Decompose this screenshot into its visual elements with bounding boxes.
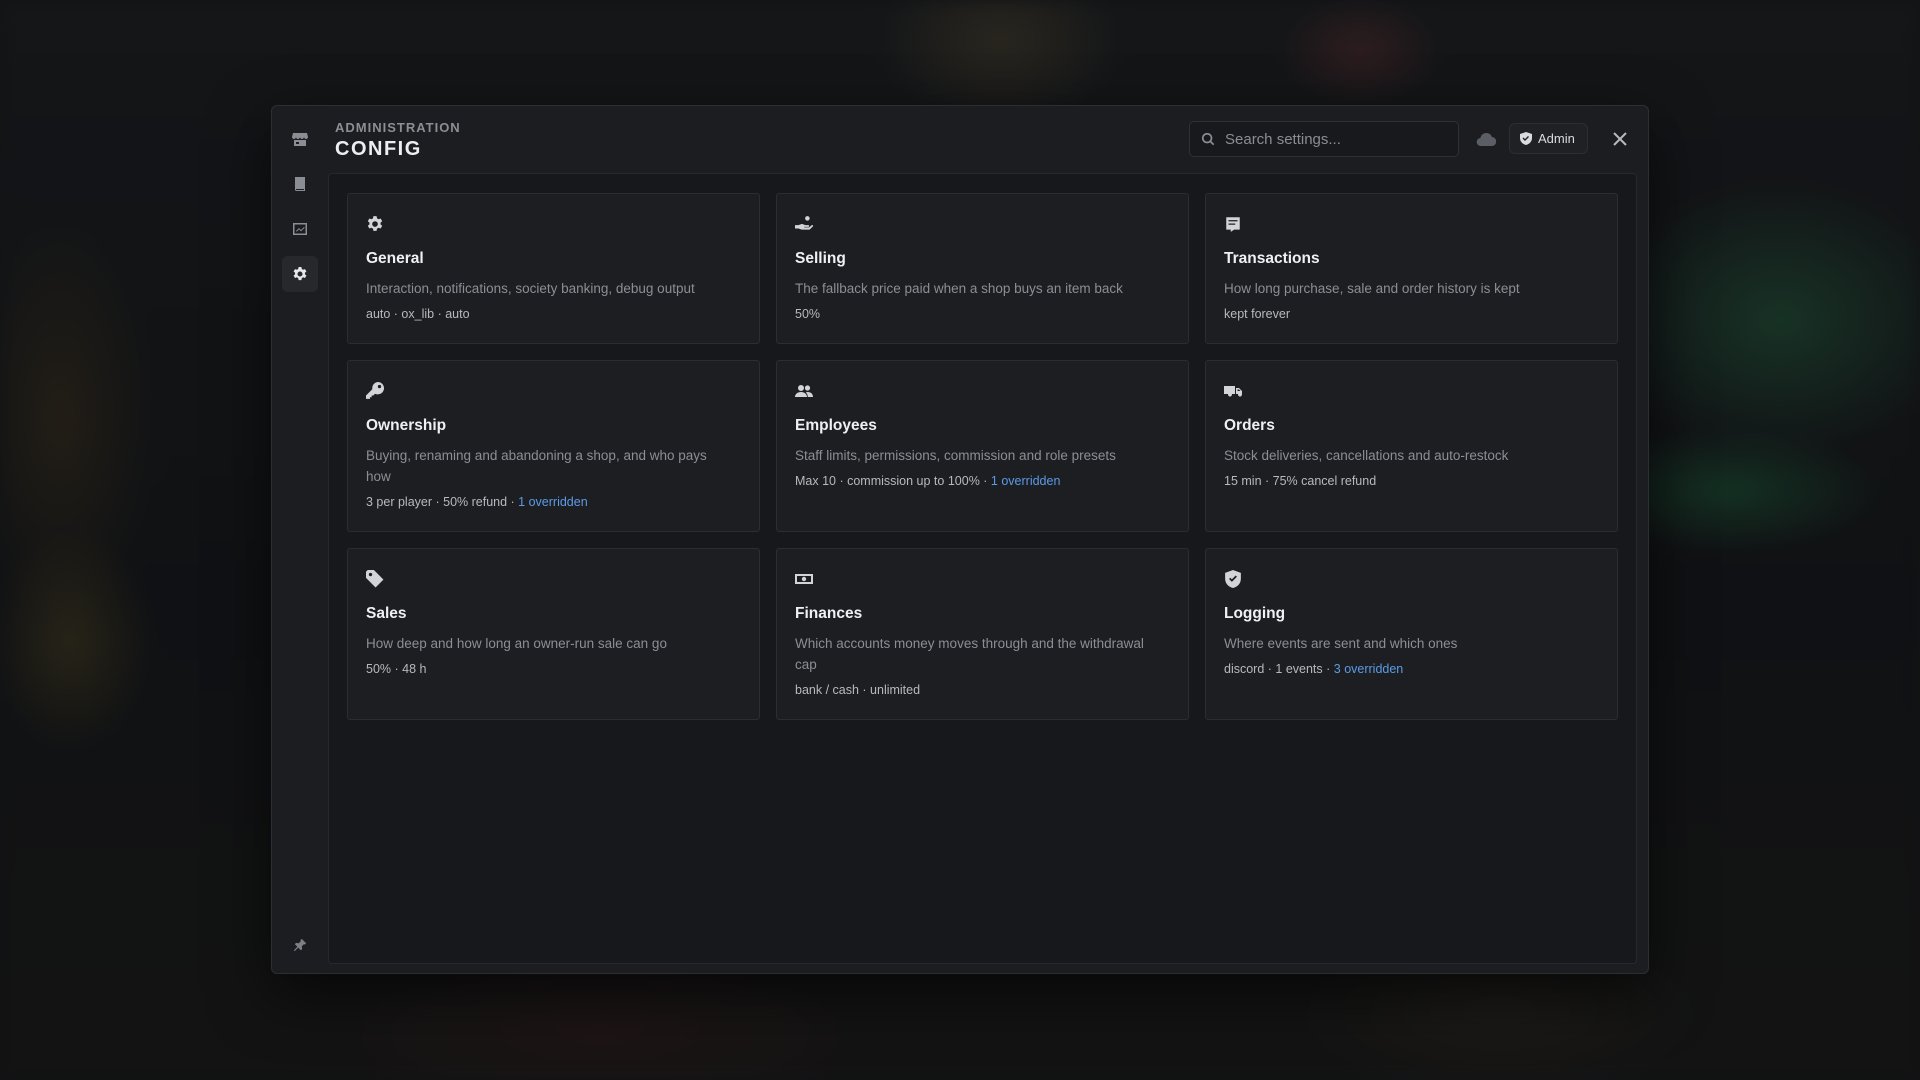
admin-badge[interactable]: Admin (1509, 123, 1588, 154)
rail-item-store[interactable] (282, 121, 318, 157)
card-meta: kept forever (1224, 307, 1599, 321)
settings-card-general[interactable]: General Interaction, notifications, soci… (347, 193, 760, 344)
rail-item-chart[interactable] (282, 211, 318, 247)
card-description: How long purchase, sale and order histor… (1224, 281, 1520, 296)
card-meta: auto · ox_lib · auto (366, 307, 741, 321)
settings-card-sales[interactable]: Sales How deep and how long an owner-run… (347, 548, 760, 720)
cloud-icon (1476, 132, 1496, 147)
search-icon (1201, 132, 1215, 146)
card-title: Transactions (1224, 250, 1320, 267)
card-meta: discord · 1 events · 3 overridden (1224, 662, 1599, 676)
settings-card-employees[interactable]: Employees Staff limits, permissions, com… (776, 360, 1189, 532)
card-meta: 50% (795, 307, 1170, 321)
key-icon (366, 381, 386, 401)
card-meta-text: 3 per player · 50% refund · (366, 495, 519, 509)
card-title: General (366, 250, 424, 267)
card-meta: bank / cash · unlimited (795, 683, 1170, 697)
card-description: How deep and how long an owner-run sale … (366, 636, 667, 651)
close-icon (1613, 132, 1627, 146)
shield-check-icon (1224, 569, 1244, 589)
money-icon (795, 569, 815, 589)
card-description: Buying, renaming and abandoning a shop, … (366, 448, 707, 484)
card-meta: 50% · 48 h (366, 662, 741, 676)
shield-icon (1520, 132, 1532, 145)
admin-badge-label: Admin (1538, 131, 1575, 146)
receipt-icon (1224, 214, 1244, 234)
settings-card-ownership[interactable]: Ownership Buying, renaming and abandonin… (347, 360, 760, 532)
card-title: Finances (795, 605, 863, 622)
card-meta-text: Max 10 · commission up to 100% · (795, 474, 991, 488)
card-description: Which accounts money moves through and t… (795, 636, 1144, 672)
page-title: CONFIG (335, 138, 422, 160)
settings-grid: General Interaction, notifications, soci… (347, 193, 1619, 720)
settings-card-logging[interactable]: Logging Where events are sent and which … (1205, 548, 1618, 720)
card-meta: 3 per player · 50% refund · 1 overridden (366, 495, 741, 509)
card-title: Logging (1224, 605, 1286, 622)
search-input[interactable] (1223, 129, 1458, 149)
hand-coins-icon (795, 214, 815, 234)
override-link[interactable]: 3 overridden (1334, 662, 1404, 676)
tag-icon (366, 569, 386, 589)
card-description: The fallback price paid when a shop buys… (795, 281, 1123, 296)
rail-item-config[interactable] (282, 256, 318, 292)
close-button[interactable] (1606, 125, 1634, 153)
card-meta-text: 50% · 48 h (366, 662, 427, 676)
card-description: Staff limits, permissions, commission an… (795, 448, 1116, 463)
settings-card-orders[interactable]: Orders Stock deliveries, cancellations a… (1205, 360, 1618, 532)
chart-icon (293, 223, 307, 235)
store-icon (292, 133, 308, 146)
card-title: Sales (366, 605, 407, 622)
card-meta-text: kept forever (1224, 307, 1291, 321)
gear-icon (366, 214, 386, 234)
settings-card-transactions[interactable]: Transactions How long purchase, sale and… (1205, 193, 1618, 344)
card-description: Interaction, notifications, society bank… (366, 281, 695, 296)
pin-button[interactable] (290, 935, 310, 955)
card-meta-text: 15 min · 75% cancel refund (1224, 474, 1377, 488)
card-meta-text: auto · ox_lib · auto (366, 307, 470, 321)
card-meta-text: bank / cash · unlimited (795, 683, 921, 697)
pin-icon (293, 938, 307, 952)
settings-card-finances[interactable]: Finances Which accounts money moves thro… (776, 548, 1189, 720)
truck-icon (1224, 381, 1244, 401)
book-icon (295, 177, 305, 191)
card-meta: 15 min · 75% cancel refund (1224, 474, 1599, 488)
card-meta-text: 50% (795, 307, 821, 321)
cloud-sync-button[interactable] (1470, 123, 1502, 155)
search-box[interactable] (1189, 121, 1459, 157)
card-title: Selling (795, 250, 846, 267)
settings-card-selling[interactable]: Selling The fallback price paid when a s… (776, 193, 1189, 344)
card-meta-text: discord · 1 events · (1224, 662, 1334, 676)
card-title: Ownership (366, 417, 447, 434)
override-link[interactable]: 1 overridden (991, 474, 1061, 488)
card-title: Employees (795, 417, 877, 434)
card-title: Orders (1224, 417, 1275, 434)
users-icon (795, 381, 815, 401)
card-description: Stock deliveries, cancellations and auto… (1224, 448, 1509, 463)
card-description: Where events are sent and which ones (1224, 636, 1458, 651)
content-panel: General Interaction, notifications, soci… (328, 173, 1637, 964)
sidebar-rail (272, 106, 328, 973)
rail-item-book[interactable] (282, 166, 318, 202)
override-link[interactable]: 1 overridden (518, 495, 588, 509)
gear-icon (293, 267, 307, 281)
config-window: ADMINISTRATION CONFIG Admin General Inte… (271, 105, 1649, 974)
header-eyebrow: ADMINISTRATION (335, 120, 461, 135)
card-meta: Max 10 · commission up to 100% · 1 overr… (795, 474, 1170, 488)
